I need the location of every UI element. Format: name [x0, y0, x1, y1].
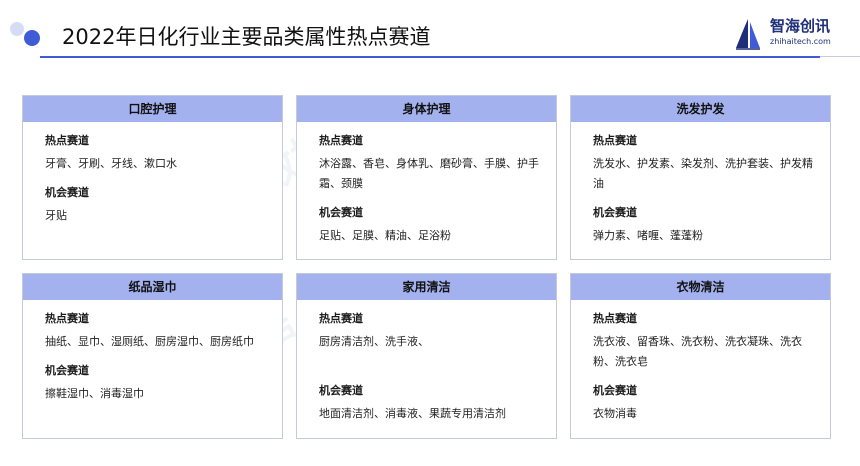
opportunity-track-items: 地面清洁剂、消毒液、果蔬专用清洁剂 [319, 407, 506, 420]
hot-track-items: 洗发水、护发素、染发剂、洗护套装、护发精油 [593, 157, 813, 190]
opportunity-track-items: 足贴、足膜、精油、足浴粉 [319, 229, 451, 242]
card-title: 衣物清洁 [571, 274, 830, 300]
hot-track-items: 抽纸、显巾、湿厕纸、厨房湿巾、厨房纸巾 [45, 335, 254, 348]
opportunity-track-label: 机会赛道 [319, 206, 363, 219]
brand-logo: 智海创讯 zhihaitech.com [730, 14, 852, 54]
category-card-household-cleaning: 家用清洁 热点赛道 厨房清洁剂、洗手液、 机会赛道 地面清洁剂、消毒液、果蔬专用… [296, 273, 557, 439]
opportunity-track-label: 机会赛道 [593, 206, 637, 219]
hot-track-label: 热点赛道 [593, 134, 637, 147]
hot-track-label: 热点赛道 [319, 134, 363, 147]
hot-track-items: 厨房清洁剂、洗手液、 [319, 335, 429, 348]
card-title: 纸品湿巾 [23, 274, 282, 300]
decorative-circle-blue [24, 30, 40, 46]
decorative-circle-light [10, 22, 24, 36]
opportunity-track-label: 机会赛道 [45, 186, 89, 199]
hot-track-label: 热点赛道 [319, 312, 363, 325]
brand-name: 智海创讯 [770, 17, 831, 35]
card-title: 身体护理 [297, 96, 556, 122]
hot-track-label: 热点赛道 [45, 134, 89, 147]
category-card-paper-wipes: 纸品湿巾 热点赛道 抽纸、显巾、湿厕纸、厨房湿巾、厨房纸巾 机会赛道 擦鞋湿巾、… [22, 273, 283, 439]
hot-track-label: 热点赛道 [593, 312, 637, 325]
title-divider-tail [820, 56, 860, 57]
opportunity-track-items: 弹力素、啫喱、蓬蓬粉 [593, 229, 703, 242]
card-title: 口腔护理 [23, 96, 282, 122]
opportunity-track-label: 机会赛道 [45, 364, 89, 377]
opportunity-track-items: 擦鞋湿巾、消毒湿巾 [45, 387, 144, 400]
hot-track-label: 热点赛道 [45, 312, 89, 325]
hot-track-items: 洗衣液、留香珠、洗衣粉、洗衣凝珠、洗衣粉、洗衣皂 [593, 335, 802, 368]
category-card-body-care: 身体护理 热点赛道 沐浴露、香皂、身体乳、磨砂膏、手膜、护手霜、颈膜 机会赛道 … [296, 95, 557, 260]
card-title: 家用清洁 [297, 274, 556, 300]
card-title: 洗发护发 [571, 96, 830, 122]
category-card-hair-care: 洗发护发 热点赛道 洗发水、护发素、染发剂、洗护套装、护发精油 机会赛道 弹力素… [570, 95, 831, 260]
title-divider [40, 56, 820, 58]
opportunity-track-label: 机会赛道 [319, 384, 363, 397]
brand-url: zhihaitech.com [770, 37, 831, 46]
sail-logo-icon [736, 19, 760, 50]
hot-track-items: 牙膏、牙刷、牙线、漱口水 [45, 157, 177, 170]
opportunity-track-label: 机会赛道 [593, 384, 637, 397]
opportunity-track-items: 衣物消毒 [593, 407, 637, 420]
hot-track-items: 沐浴露、香皂、身体乳、磨砂膏、手膜、护手霜、颈膜 [319, 157, 539, 190]
category-card-oral-care: 口腔护理 热点赛道 牙膏、牙刷、牙线、漱口水 机会赛道 牙贴 [22, 95, 283, 260]
category-card-laundry: 衣物清洁 热点赛道 洗衣液、留香珠、洗衣粉、洗衣凝珠、洗衣粉、洗衣皂 机会赛道 … [570, 273, 831, 439]
page-title: 2022年日化行业主要品类属性热点赛道 [62, 25, 431, 49]
opportunity-track-items: 牙贴 [45, 209, 67, 222]
